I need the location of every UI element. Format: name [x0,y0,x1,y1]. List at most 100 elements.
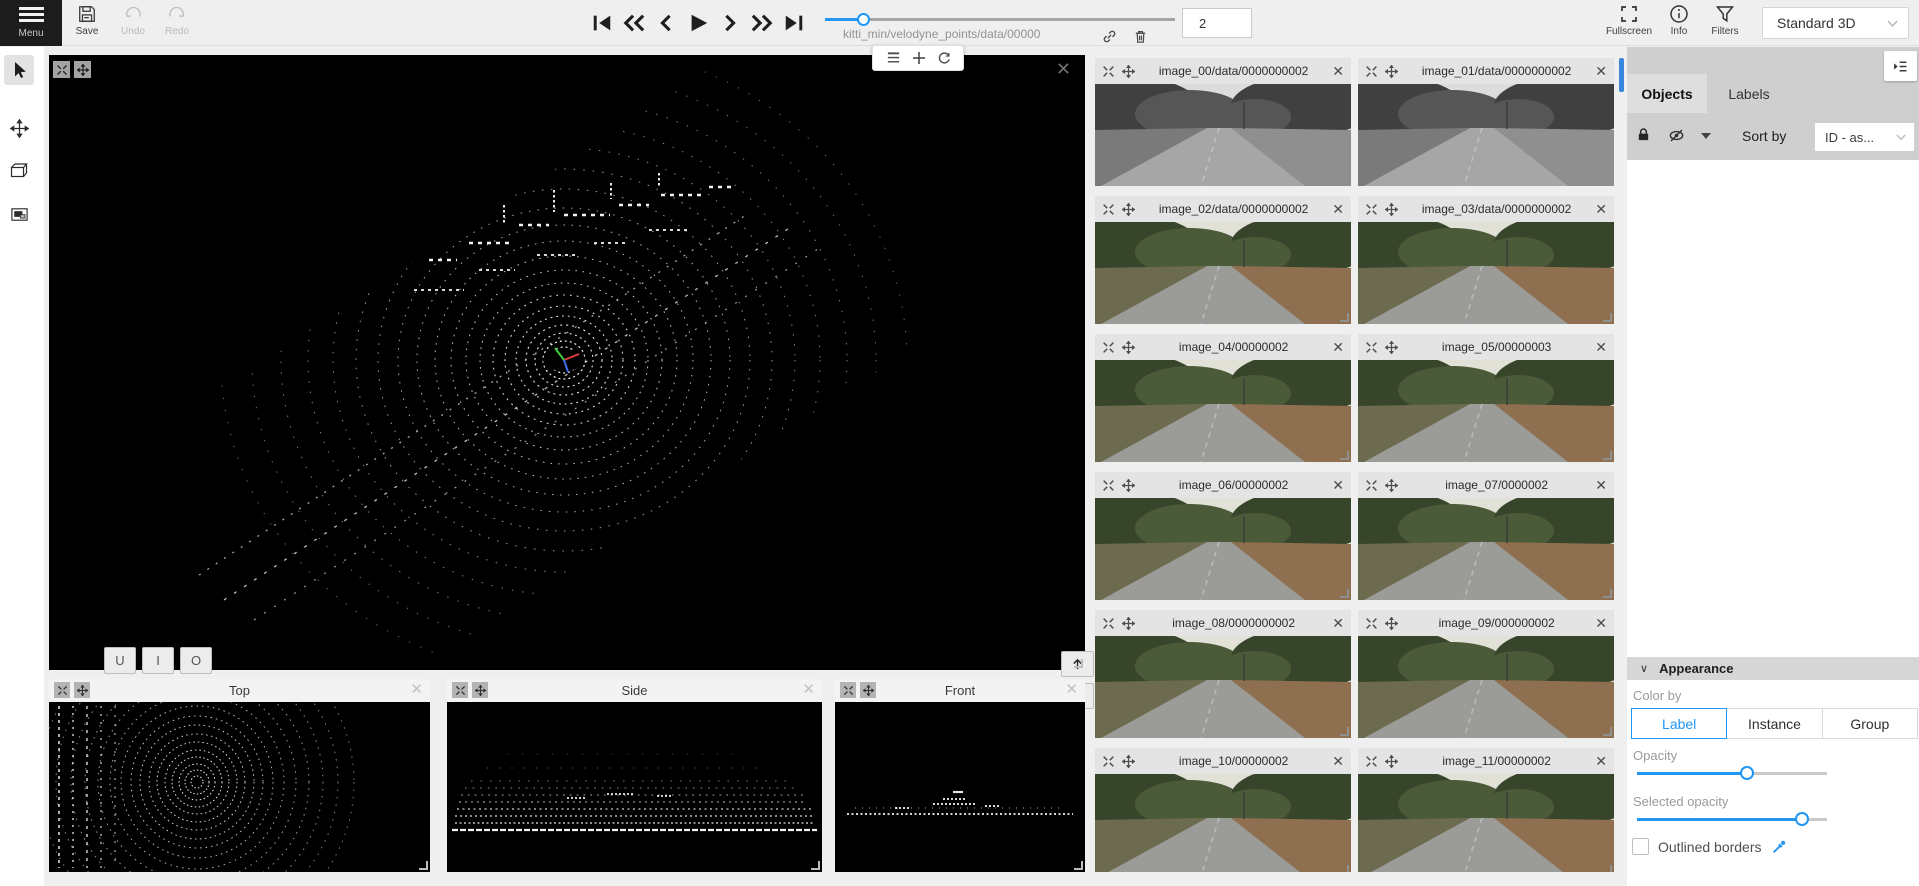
expand-arrows-icon[interactable] [1102,65,1115,78]
move-arrows-icon[interactable] [1385,203,1398,216]
move-arrows-icon[interactable] [1385,479,1398,492]
resize-grip[interactable] [1603,313,1612,322]
image-tile[interactable]: image_07/0000002 ✕ [1358,472,1614,600]
close-tile-button[interactable]: ✕ [1332,478,1344,492]
menu-button[interactable]: Menu [0,0,62,46]
objects-list[interactable] [1627,160,1919,657]
close-tile-button[interactable]: ✕ [1332,64,1344,78]
resize-grip[interactable] [1340,313,1349,322]
appearance-section-header[interactable]: ∨ Appearance [1627,657,1919,680]
resize-grip[interactable] [419,861,428,870]
rewind-button[interactable] [620,8,648,38]
viewport-top[interactable]: Top ✕ [49,679,430,872]
expand-arrows-icon[interactable] [1365,203,1378,216]
hide-all-button[interactable] [1668,127,1685,144]
camera-thumbnail[interactable] [1358,360,1614,462]
collapse-sidebar-button[interactable] [1884,51,1917,81]
close-viewport-button[interactable]: ✕ [802,682,815,697]
expand-arrows-icon[interactable] [1102,755,1115,768]
camera-thumbnail[interactable] [1358,498,1614,600]
expand-arrows-icon[interactable] [1102,617,1115,630]
move-arrows-icon[interactable] [1385,65,1398,78]
close-tile-button[interactable]: ✕ [1595,202,1607,216]
next-frame-button[interactable] [716,8,744,38]
keycap-u[interactable]: U [104,647,136,674]
resize-grip[interactable] [1074,861,1083,870]
close-tile-button[interactable]: ✕ [1595,478,1607,492]
viewport-front[interactable]: Front ✕ [835,679,1085,872]
close-tile-button[interactable]: ✕ [1332,202,1344,216]
resize-grip[interactable] [811,861,820,870]
move-arrows-icon[interactable] [1385,755,1398,768]
sort-select[interactable]: ID - as... [1814,122,1915,152]
keycap-i[interactable]: I [142,647,174,674]
cuboid-tool-button[interactable] [4,156,34,186]
camera-thumbnail[interactable] [1095,84,1351,186]
lock-all-button[interactable] [1636,127,1651,142]
color-by-label-button[interactable]: Label [1631,708,1727,739]
collapse-viewport-button[interactable] [53,61,70,78]
viewport-front-canvas[interactable] [835,702,1085,872]
color-by-group-button[interactable]: Group [1823,708,1918,739]
expand-arrows-icon[interactable] [1102,341,1115,354]
move-arrows-icon[interactable] [1122,617,1135,630]
camera-thumbnail[interactable] [1358,222,1614,324]
expand-arrows-icon[interactable] [1365,341,1378,354]
selected-opacity-slider-knob[interactable] [1795,812,1809,826]
move-arrows-icon[interactable] [1385,617,1398,630]
camera-thumbnail[interactable] [1358,774,1614,872]
camera-thumbnail[interactable] [1095,360,1351,462]
image-tile[interactable]: image_10/00000002 ✕ [1095,748,1351,872]
keycap-o[interactable]: O [180,647,212,674]
resize-grip[interactable] [1340,727,1349,736]
image-tile[interactable]: image_02/data/0000000002 ✕ [1095,196,1351,324]
close-tile-button[interactable]: ✕ [1595,340,1607,354]
play-button[interactable] [684,8,712,38]
skip-end-button[interactable] [780,8,808,38]
resize-grip[interactable] [1340,865,1349,872]
move-tool-button[interactable] [4,113,34,143]
resize-grip[interactable] [1340,451,1349,460]
close-tile-button[interactable]: ✕ [1595,754,1607,768]
reset-view-icon[interactable] [937,51,951,65]
resize-grip[interactable] [1603,727,1612,736]
redo-button[interactable]: Redo [154,4,200,44]
viewport-side-canvas[interactable] [447,702,822,872]
expand-arrows-icon[interactable] [1365,617,1378,630]
resize-grip[interactable] [1340,175,1349,184]
color-by-instance-button[interactable]: Instance [1727,708,1822,739]
expand-arrows-icon[interactable] [1365,479,1378,492]
move-arrows-icon[interactable] [1122,479,1135,492]
image-tile[interactable]: image_05/00000003 ✕ [1358,334,1614,462]
image-tile[interactable]: image_00/data/0000000002 ✕ [1095,58,1351,186]
expand-arrows-icon[interactable] [1102,479,1115,492]
save-button[interactable]: Save [64,4,110,44]
camera-thumbnail[interactable] [1095,636,1351,738]
view-options-icon[interactable] [886,51,901,64]
resize-grip[interactable] [1603,451,1612,460]
select-tool-button[interactable] [4,55,34,85]
camera-thumbnail[interactable] [1095,222,1351,324]
add-icon[interactable] [912,51,926,65]
frame-slider[interactable] [825,13,1175,27]
expand-arrows-icon[interactable] [1365,65,1378,78]
camera-thumbnail[interactable] [1358,84,1614,186]
camera-thumbnail[interactable] [1095,498,1351,600]
image-tile[interactable]: image_01/data/0000000002 ✕ [1358,58,1614,186]
link-button[interactable] [1102,29,1118,45]
prev-frame-button[interactable] [652,8,680,38]
camera-thumbnail[interactable] [1095,774,1351,872]
frame-number-input[interactable] [1182,8,1252,38]
move-arrows-icon[interactable] [1122,341,1135,354]
image-tile[interactable]: image_03/data/0000000002 ✕ [1358,196,1614,324]
viewport-side[interactable]: Side ✕ [447,679,822,872]
expand-arrows-icon[interactable] [1102,203,1115,216]
image-tile[interactable]: image_04/00000002 ✕ [1095,334,1351,462]
resize-grip[interactable] [1603,865,1612,872]
filters-button[interactable]: Filters [1702,4,1748,44]
viewport-top-canvas[interactable] [49,702,430,872]
opacity-slider[interactable] [1637,766,1827,782]
frame-slider-knob[interactable] [857,13,870,26]
image-tool-button[interactable] [4,199,34,229]
close-tile-button[interactable]: ✕ [1595,616,1607,630]
